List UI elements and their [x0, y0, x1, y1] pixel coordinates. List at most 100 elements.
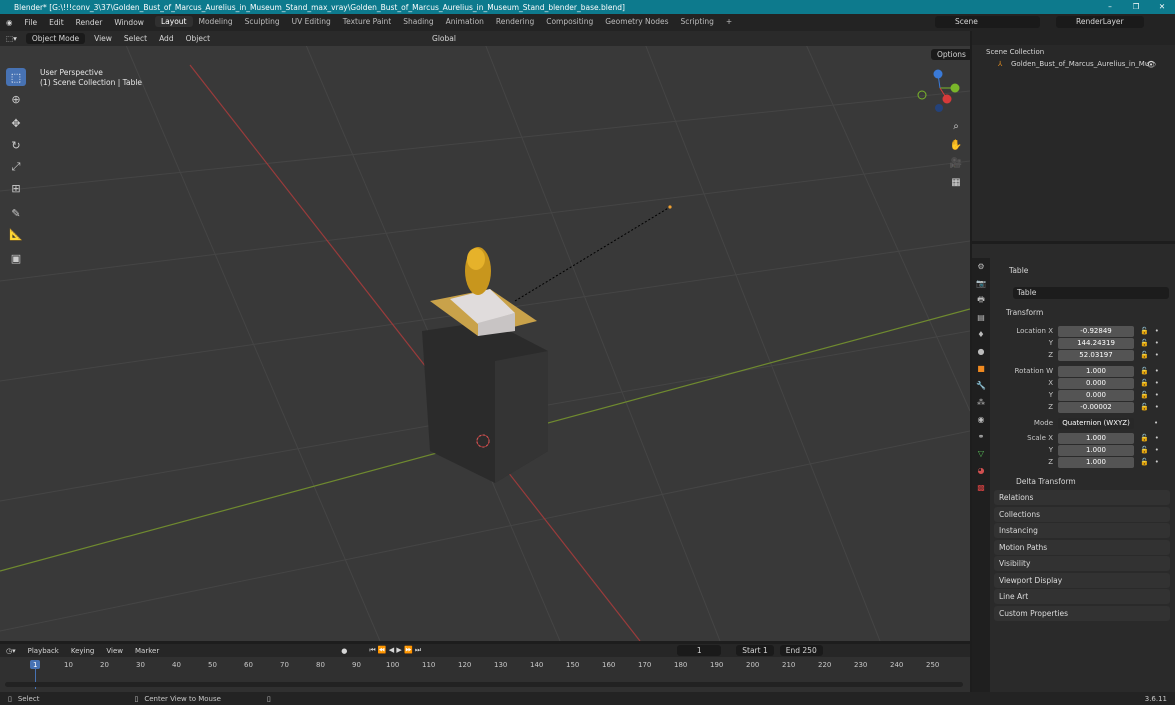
current-frame-field[interactable]: 1	[677, 645, 722, 656]
data-tab-icon[interactable]: ▽	[972, 445, 990, 462]
tab-rendering[interactable]: Rendering	[490, 16, 540, 27]
viewport-scene	[0, 31, 970, 641]
scene-collection[interactable]: Scene Collection	[986, 48, 1044, 56]
custom-properties-panel[interactable]: Custom Properties	[994, 606, 1170, 621]
measure-tool-icon[interactable]: 📐	[6, 225, 26, 243]
3d-viewport[interactable]: ⬚▾ Object Mode View Select Add Object Gl…	[0, 31, 970, 641]
menu-select[interactable]: Select	[118, 34, 153, 43]
texture-tab-icon[interactable]: ▩	[972, 479, 990, 496]
timeline-editor-icon[interactable]: ◷▾	[0, 647, 22, 655]
output-tab-icon[interactable]: 🖶	[972, 292, 990, 309]
tab-compositing[interactable]: Compositing	[540, 16, 599, 27]
data-name-field[interactable]: Table	[1013, 287, 1169, 299]
visibility-eye-icon[interactable]: 👁	[1146, 60, 1156, 69]
tab-modeling[interactable]: Modeling	[193, 16, 239, 27]
instancing-panel[interactable]: Instancing	[994, 523, 1170, 538]
rotate-tool-icon[interactable]: ↻	[6, 136, 26, 154]
outliner-item[interactable]: Golden_Bust_of_Marcus_Aurelius_in_Mu	[1011, 60, 1149, 68]
tool-tab-icon[interactable]: ⚙	[972, 258, 990, 275]
scale-z-field[interactable]: 1.000	[1058, 456, 1134, 468]
tab-geometry-nodes[interactable]: Geometry Nodes	[599, 16, 674, 27]
camera-view-icon[interactable]: 🎥	[947, 155, 965, 171]
particles-tab-icon[interactable]: ⁂	[972, 394, 990, 411]
timeline-scrollbar[interactable]	[5, 682, 963, 687]
physics-tab-icon[interactable]: ◉	[972, 411, 990, 428]
tab-animation[interactable]: Animation	[440, 16, 490, 27]
rotation-mode-select[interactable]: Quaternion (WXYZ)	[1058, 417, 1134, 429]
menu-marker[interactable]: Marker	[129, 647, 165, 655]
maximize-icon[interactable]: ❐	[1123, 0, 1149, 14]
location-z-field[interactable]: 52.03197	[1058, 349, 1134, 361]
minimize-icon[interactable]: –	[1097, 0, 1123, 14]
menu-view[interactable]: View	[88, 34, 118, 43]
annotate-tool-icon[interactable]: ✎	[6, 204, 26, 222]
ortho-toggle-icon[interactable]: ▦	[947, 174, 965, 190]
view-layer-tab-icon[interactable]: ▤	[972, 309, 990, 326]
start-frame-field: Start 1	[736, 645, 774, 656]
viewport-display-panel[interactable]: Viewport Display	[994, 573, 1170, 588]
navigation-gizmo[interactable]	[915, 68, 965, 118]
rotation-w-field[interactable]: 1.000	[1058, 365, 1134, 377]
transform-tool-icon[interactable]: ⊞	[6, 179, 26, 197]
menu-file[interactable]: File	[19, 18, 44, 27]
close-icon[interactable]: ✕	[1149, 0, 1175, 14]
mode-selector[interactable]: Object Mode	[25, 33, 86, 44]
add-cube-tool-icon[interactable]: ▣	[6, 249, 26, 267]
scene-tab-icon[interactable]: ♦	[972, 326, 990, 343]
editor-type-icon[interactable]: ⬚▾	[0, 34, 23, 43]
options-button[interactable]: Options	[931, 49, 970, 60]
menu-playback[interactable]: Playback	[22, 647, 65, 655]
tab-sculpting[interactable]: Sculpting	[239, 16, 286, 27]
scale-tool-icon[interactable]: ⤢	[6, 158, 26, 176]
rotation-x-field[interactable]: 0.000	[1058, 377, 1134, 389]
tab-texture-paint[interactable]: Texture Paint	[337, 16, 397, 27]
location-y-field[interactable]: 144.24319	[1058, 337, 1134, 349]
tab-layout[interactable]: Layout	[155, 16, 193, 27]
tab-shading[interactable]: Shading	[397, 16, 439, 27]
scale-x-field[interactable]: 1.000	[1058, 432, 1134, 444]
rotation-z-field[interactable]: -0.00002	[1058, 401, 1134, 413]
playback-controls-icon[interactable]: ⏮ ⏪ ◀ ▶ ⏩ ⏭	[363, 646, 427, 655]
visibility-panel[interactable]: Visibility	[994, 556, 1170, 571]
location-x-field[interactable]: -0.92849	[1058, 325, 1134, 337]
orientation-selector[interactable]: Global	[426, 34, 462, 43]
status-bar: ▯ Select ▯ Center View to Mouse ▯ 3.6.11	[0, 692, 1175, 705]
tab-uv-editing[interactable]: UV Editing	[286, 16, 337, 27]
status-select: Select	[17, 694, 40, 703]
pan-icon[interactable]: ✋	[947, 137, 965, 153]
material-tab-icon[interactable]: ◕	[972, 462, 990, 479]
blender-logo-icon[interactable]: ◉	[0, 18, 19, 27]
relations-panel[interactable]: Relations	[994, 490, 1170, 505]
render-layer-selector[interactable]: RenderLayer	[1056, 16, 1144, 28]
move-tool-icon[interactable]: ✥	[6, 114, 26, 132]
zoom-icon[interactable]: ⌕	[947, 118, 965, 134]
menu-object[interactable]: Object	[180, 34, 216, 43]
menu-add[interactable]: Add	[153, 34, 180, 43]
add-workspace-icon[interactable]: +	[720, 16, 738, 27]
motion-paths-panel[interactable]: Motion Paths	[994, 540, 1170, 555]
modifier-tab-icon[interactable]: 🔧	[972, 377, 990, 394]
menu-edit[interactable]: Edit	[43, 18, 70, 27]
cursor-tool-icon[interactable]: ⊕	[6, 90, 26, 108]
title-bar: Blender* [G:\!!!conv_3\37\Golden_Bust_of…	[0, 0, 1175, 14]
delta-transform-panel[interactable]: Delta Transform	[1016, 477, 1076, 486]
constraints-tab-icon[interactable]: ⚭	[972, 428, 990, 445]
select-tool-icon[interactable]: ⬚	[6, 68, 26, 86]
scene-selector[interactable]: Scene	[935, 16, 1040, 28]
world-tab-icon[interactable]: ●	[972, 343, 990, 360]
menu-window[interactable]: Window	[108, 18, 150, 27]
tab-scripting[interactable]: Scripting	[675, 16, 720, 27]
scale-y-field[interactable]: 1.000	[1058, 444, 1134, 456]
transform-panel[interactable]: Transform	[1006, 308, 1043, 317]
rotation-y-field[interactable]: 0.000	[1058, 389, 1134, 401]
object-icon: ⅄	[998, 60, 1003, 68]
line-art-panel[interactable]: Line Art	[994, 589, 1170, 604]
render-tab-icon[interactable]: 📷	[972, 275, 990, 292]
collections-panel[interactable]: Collections	[994, 507, 1170, 522]
record-icon[interactable]: ●	[335, 647, 353, 655]
object-name: Table	[1009, 266, 1029, 275]
menu-timeline-view[interactable]: View	[100, 647, 129, 655]
menu-render[interactable]: Render	[70, 18, 109, 27]
menu-keying[interactable]: Keying	[65, 647, 101, 655]
object-tab-icon[interactable]: ■	[972, 360, 990, 377]
